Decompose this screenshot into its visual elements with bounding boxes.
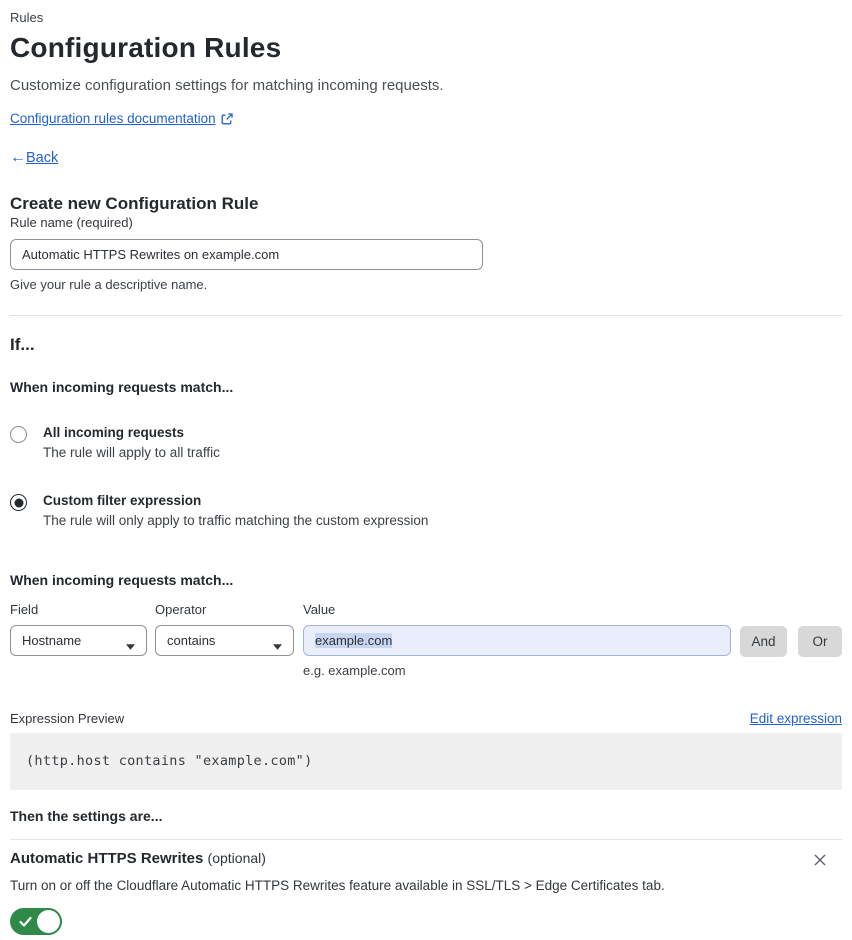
expression-preview-label: Expression Preview <box>10 711 125 726</box>
radio-option-title: All incoming requests <box>43 425 185 440</box>
edit-expression-link[interactable]: Edit expression <box>750 711 842 726</box>
documentation-link[interactable]: Configuration rules documentation <box>10 111 216 126</box>
radio-option-description: The rule will apply to all traffic <box>43 445 220 460</box>
page-subtitle: Customize configuration settings for mat… <box>10 77 444 94</box>
breadcrumb: Rules <box>10 10 44 25</box>
section-divider <box>10 315 842 316</box>
configuration-rules-page: Rules Configuration Rules Customize conf… <box>0 0 852 940</box>
automatic-https-rewrites-toggle[interactable] <box>10 908 62 935</box>
settings-card-divider <box>10 839 842 840</box>
field-label: Field <box>10 602 39 617</box>
expression-preview-row: Expression Preview Edit expression <box>10 711 842 726</box>
setting-description: Turn on or off the Cloudflare Automatic … <box>10 878 665 893</box>
if-heading: If... <box>10 335 35 354</box>
then-settings-label: Then the settings are... <box>10 808 163 824</box>
radio-option-all-incoming-requests[interactable]: All incoming requests The rule will appl… <box>10 425 842 460</box>
radio-option-texts: All incoming requests The rule will appl… <box>43 425 220 460</box>
chevron-down-icon <box>273 638 282 650</box>
rule-name-helper: Give your rule a descriptive name. <box>10 277 208 292</box>
value-input[interactable]: example.com <box>303 625 731 656</box>
or-button[interactable]: Or <box>798 626 842 657</box>
documentation-link-row: Configuration rules documentation <box>10 111 842 126</box>
value-input-text: example.com <box>315 633 393 648</box>
check-icon <box>19 915 32 928</box>
settings-card-header: Automatic HTTPS Rewrites (optional) <box>10 850 842 868</box>
back-link-row: ← Back <box>10 149 842 167</box>
settings-card-title: Automatic HTTPS Rewrites (optional) <box>10 850 266 867</box>
field-select-value: Hostname <box>22 633 82 648</box>
radio-option-custom-filter-expression[interactable]: Custom filter expression The rule will o… <box>10 493 842 528</box>
and-button[interactable]: And <box>740 626 787 657</box>
setting-name: Automatic HTTPS Rewrites <box>10 850 204 867</box>
operator-select-value: contains <box>167 633 216 648</box>
field-column: Field Hostname <box>10 602 147 656</box>
radio-option-title: Custom filter expression <box>43 493 202 508</box>
radio-button-unselected[interactable] <box>10 426 27 443</box>
value-column: Value example.com e.g. example.com <box>303 602 731 678</box>
expression-preview-code: (http.host contains "example.com") <box>10 733 842 790</box>
expression-builder-label: When incoming requests match... <box>10 572 234 588</box>
operator-label: Operator <box>155 602 207 617</box>
back-link[interactable]: Back <box>26 150 58 166</box>
rule-name-label: Rule name (required) <box>10 215 133 230</box>
create-rule-heading: Create new Configuration Rule <box>10 194 259 213</box>
radio-button-selected[interactable] <box>10 494 27 511</box>
back-arrow-icon: ← <box>10 149 26 166</box>
value-helper: e.g. example.com <box>303 663 406 678</box>
value-label: Value <box>303 602 336 617</box>
radio-option-description: The rule will only apply to traffic matc… <box>43 513 429 528</box>
operator-select[interactable]: contains <box>155 625 294 656</box>
external-link-icon <box>221 112 233 125</box>
radio-option-texts: Custom filter expression The rule will o… <box>43 493 428 528</box>
page-title: Configuration Rules <box>10 32 282 63</box>
expression-builder-row: Field Hostname Operator contains Value e… <box>10 602 842 678</box>
rule-name-input[interactable] <box>10 239 483 270</box>
setting-optional-tag: (optional) <box>207 850 266 866</box>
operator-column: Operator contains <box>155 602 294 656</box>
close-icon[interactable] <box>812 852 828 868</box>
field-select[interactable]: Hostname <box>10 625 147 656</box>
toggle-knob <box>37 910 60 933</box>
chevron-down-icon <box>126 638 135 650</box>
incoming-requests-match-label: When incoming requests match... <box>10 379 234 395</box>
